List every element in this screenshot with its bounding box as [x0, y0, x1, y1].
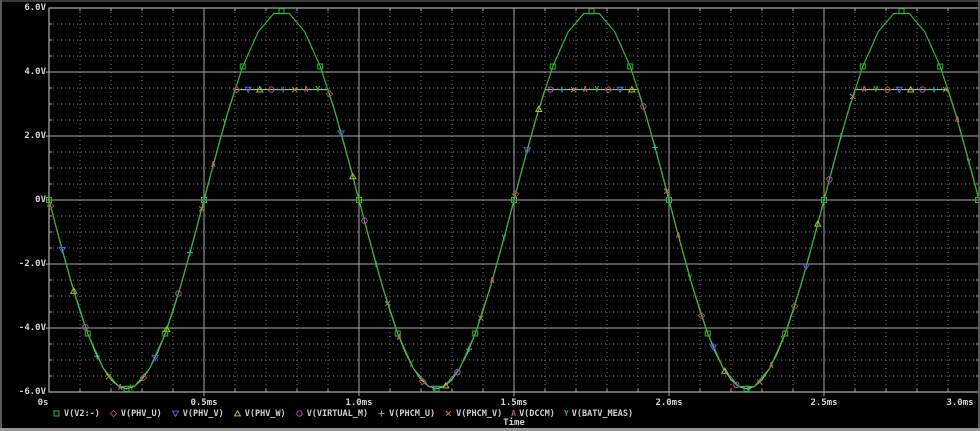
svg-text:Y: Y — [409, 360, 414, 369]
y-tick-label: 4.0V — [0, 67, 46, 77]
x-axis-title: Time — [49, 418, 979, 428]
x-tick-label: 0s — [15, 398, 71, 408]
legend-item-v-phv-v[interactable]: V(PHV_V) — [171, 409, 224, 419]
svg-text:Y: Y — [130, 383, 135, 392]
window-border-top — [0, 0, 980, 2]
y-tick-label: -2.0V — [0, 259, 46, 269]
v(dccm)-marker-icon: A — [511, 409, 516, 418]
svg-text:Y: Y — [595, 85, 600, 94]
legend-item-v-phcm-v[interactable]: V(PHCM_V) — [444, 409, 502, 419]
svg-text:A: A — [490, 276, 495, 285]
waveform-plot-canvas: AYAYAYAYAYAYAYAYAYAY — [0, 0, 980, 431]
triup-marker-icon — [233, 409, 242, 418]
legend-label: V(VIRTUAL_M) — [307, 409, 368, 419]
x-tick-label: 2.5ms — [796, 398, 852, 408]
svg-text:Y: Y — [502, 234, 507, 243]
legend-label: V(PHCM_U) — [389, 409, 435, 419]
circle-marker-icon — [295, 409, 304, 418]
probe-plot-window: AYAYAYAYAYAYAYAYAYAY 6.0V4.0V2.0V0V-2.0V… — [0, 0, 980, 431]
legend-item-v-v2[interactable]: V(V2:-) — [52, 409, 100, 419]
svg-text:A: A — [955, 115, 960, 124]
svg-text:Y: Y — [781, 335, 786, 344]
svg-text:A: A — [862, 85, 867, 94]
legend-label: V(PHV_W) — [245, 409, 286, 419]
x-tick-label: 0.5ms — [176, 398, 232, 408]
cross-marker-icon — [444, 409, 453, 418]
legend-item-v-dccm[interactable]: AV(DCCM) — [511, 409, 555, 419]
legend-item-v-batv-meas[interactable]: YV(BATV_MEAS) — [564, 409, 633, 419]
diamond-marker-icon — [109, 409, 118, 418]
y-tick-label: 2.0V — [0, 131, 46, 141]
legend-label: V(BATV_MEAS) — [572, 409, 633, 419]
svg-text:A: A — [583, 85, 588, 94]
y-tick-label: 6.0V — [0, 3, 46, 13]
window-border-left — [0, 0, 2, 431]
x-tick-label: 3.0ms — [932, 398, 980, 408]
y-tick-label: 0V — [0, 195, 46, 205]
legend-label: V(PHV_V) — [183, 409, 224, 419]
legend-label: V(PHCM_V) — [456, 409, 502, 419]
svg-text:A: A — [118, 383, 123, 392]
legend-item-v-virtual-m[interactable]: V(VIRTUAL_M) — [295, 409, 368, 419]
plus-marker-icon — [377, 409, 386, 418]
legend-item-v-phv-w[interactable]: V(PHV_W) — [233, 409, 286, 419]
legend-item-v-phcm-u[interactable]: V(PHCM_U) — [377, 409, 435, 419]
svg-text:A: A — [676, 231, 681, 240]
y-tick-label: -4.0V — [0, 323, 46, 333]
legend-label: V(DCCM) — [519, 409, 555, 419]
square-marker-icon — [52, 409, 61, 418]
x-tick-label: 2.0ms — [641, 398, 697, 408]
svg-text:A: A — [397, 333, 402, 342]
legend-label: V(V2:-) — [64, 409, 100, 419]
svg-text:A: A — [769, 361, 774, 370]
svg-text:Y: Y — [223, 118, 228, 127]
svg-text:Y: Y — [967, 157, 972, 166]
y-tick-label: -6.0V — [0, 387, 46, 397]
svg-text:A: A — [304, 85, 309, 94]
tridown-marker-icon — [171, 409, 180, 418]
x-tick-label: 1.5ms — [486, 398, 542, 408]
svg-text:Y: Y — [316, 85, 321, 94]
svg-text:Y: Y — [688, 273, 693, 282]
svg-text:A: A — [211, 160, 216, 169]
legend-item-v-phv-u[interactable]: V(PHV_U) — [109, 409, 162, 419]
v(batv_meas)-marker-icon: Y — [564, 409, 569, 418]
x-tick-label: 1.0ms — [331, 398, 387, 408]
svg-text:Y: Y — [874, 85, 879, 94]
legend-label: V(PHV_U) — [121, 409, 162, 419]
